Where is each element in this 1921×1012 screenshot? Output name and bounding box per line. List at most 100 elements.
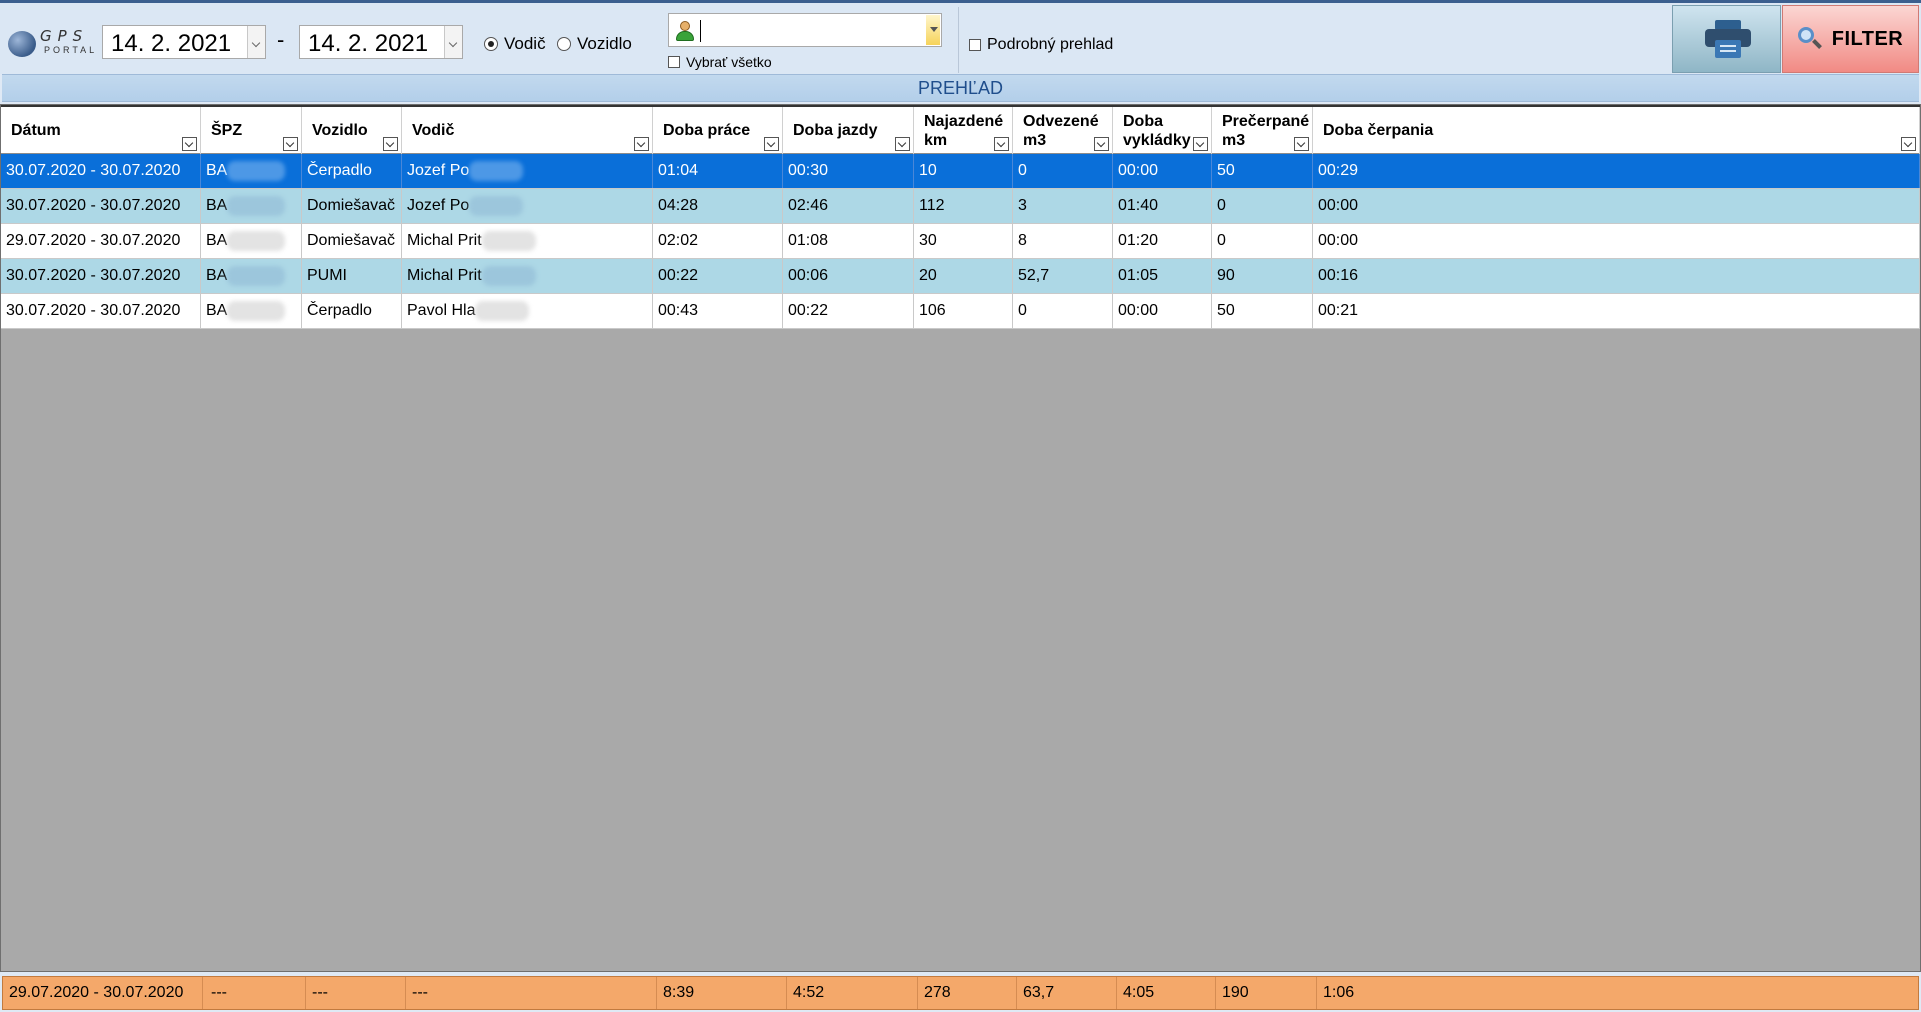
column-filter-dropdown-icon[interactable] [634, 137, 649, 151]
cell-text: 00:16 [1318, 267, 1359, 284]
table-row[interactable]: 30.07.2020 - 30.07.2020 BA PUMI Michal Prit… [1, 259, 1920, 294]
cell-text: 50 [1217, 162, 1235, 179]
redacted-text [227, 265, 286, 286]
overview-title: PREHĽAD [917, 78, 1004, 98]
cell-pump-time: 00:00 [1313, 224, 1920, 258]
cell-vehicle: Čerpadlo [302, 294, 402, 328]
cell-m3-transported: 3 [1013, 189, 1113, 223]
print-button[interactable] [1672, 5, 1781, 73]
cell-m3-transported: 0 [1013, 154, 1113, 188]
column-filter-dropdown-icon[interactable] [1094, 137, 1109, 151]
cell-m3-pumped: 50 [1212, 154, 1313, 188]
column-filter-dropdown-icon[interactable] [895, 137, 910, 151]
column-filter-dropdown-icon[interactable] [383, 137, 398, 151]
column-header-drive-time[interactable]: Doba jazdy [783, 107, 914, 154]
vehicle-radio[interactable]: Vozidlo [557, 34, 632, 54]
table-row[interactable]: 30.07.2020 - 30.07.2020 BA Domiešavač Jozef… [1, 189, 1920, 224]
cell-text: Čerpadlo [307, 162, 372, 179]
person-select[interactable] [668, 13, 942, 47]
driver-radio[interactable]: Vodič [484, 34, 546, 54]
detailed-overview-checkbox[interactable]: Podrobný prehlad [969, 36, 1113, 54]
cell-text: 00:30 [788, 162, 829, 179]
cell-text: 00:00 [1318, 232, 1359, 249]
column-header-km-driven[interactable]: Najazdené km [914, 107, 1013, 154]
cell-vehicle: Domiešavač [302, 189, 402, 223]
cell-text: 0 [1217, 232, 1226, 249]
cell-plate: BA [201, 294, 302, 328]
table-row[interactable]: 30.07.2020 - 30.07.2020 BA Čerpadlo Pavol H… [1, 294, 1920, 329]
cell-unload-time: 01:40 [1113, 189, 1212, 223]
column-header-unload-time[interactable]: Doba vykládky [1113, 107, 1212, 154]
column-header-date[interactable]: Dátum [1, 107, 201, 154]
column-filter-dropdown-icon[interactable] [764, 137, 779, 151]
total-unload-time: 4:05 [1117, 977, 1216, 1009]
cell-km-driven: 106 [914, 294, 1013, 328]
column-header-label: Najazdené km [924, 113, 1004, 149]
redacted-text [481, 230, 536, 251]
radio-dot[interactable] [557, 37, 571, 51]
checkbox-box[interactable] [668, 56, 680, 68]
cell-text: 02:02 [658, 232, 699, 249]
cell-text: 04:28 [658, 197, 699, 214]
column-header-driver[interactable]: Vodič [402, 107, 653, 154]
column-header-plate[interactable]: ŠPZ [201, 107, 302, 154]
total-date: 29.07.2020 - 30.07.2020 [3, 977, 203, 1009]
cell-drive-time: 00:30 [783, 154, 914, 188]
printer-icon [1705, 20, 1751, 60]
total-m3-pumped: 190 [1216, 977, 1317, 1009]
cell-text: Michal Prit [407, 267, 482, 284]
date-to-picker[interactable]: 14. 2. 2021 [299, 25, 463, 59]
cell-m3-pumped: 0 [1212, 189, 1313, 223]
cell-driver: Michal Prit [402, 259, 653, 293]
table-row[interactable]: 29.07.2020 - 30.07.2020 BA Domiešavač Micha… [1, 224, 1920, 259]
driver-radio-label: Vodič [504, 34, 546, 53]
cell-text: Čerpadlo [307, 302, 372, 319]
magnifier-icon [1797, 27, 1822, 51]
column-header-work-time[interactable]: Doba práce [653, 107, 783, 154]
cell-text: Domiešavač [307, 232, 396, 249]
column-filter-dropdown-icon[interactable] [182, 137, 197, 151]
chevron-down-icon[interactable] [444, 26, 462, 58]
filter-button[interactable]: FILTER [1782, 5, 1919, 73]
cell-vehicle: Čerpadlo [302, 154, 402, 188]
column-header-label: ŠPZ [211, 122, 243, 139]
cell-text: 00:00 [1118, 162, 1159, 179]
column-header-pump-time[interactable]: Doba čerpania [1313, 107, 1920, 154]
cell-text: 30.07.2020 - 30.07.2020 [6, 197, 181, 214]
cell-text: Michal Prit [407, 232, 482, 249]
cell-text: 106 [919, 302, 946, 319]
cell-text: 02:46 [788, 197, 829, 214]
column-header-label: Doba vykládky [1123, 113, 1191, 149]
cell-text: 29.07.2020 - 30.07.2020 [6, 232, 181, 249]
logo-portal-text: PORTAL [44, 45, 98, 55]
column-filter-dropdown-icon[interactable] [283, 137, 298, 151]
select-all-checkbox[interactable]: Vybrať všetko [668, 54, 772, 70]
radio-dot[interactable] [484, 37, 498, 51]
column-filter-dropdown-icon[interactable] [994, 137, 1009, 151]
column-header-vehicle[interactable]: Vozidlo [302, 107, 402, 154]
column-header-label: Vozidlo [312, 122, 368, 139]
table-row[interactable]: 30.07.2020 - 30.07.2020 BA Čerpadlo Jozef P… [1, 154, 1920, 189]
cell-text: BA [206, 197, 228, 214]
cell-text: 00:22 [658, 267, 699, 284]
total-m3-transported: 63,7 [1017, 977, 1117, 1009]
cell-text: 3 [1018, 197, 1027, 214]
cell-text: Jozef Po [407, 197, 470, 214]
chevron-down-icon[interactable] [247, 26, 265, 58]
column-filter-dropdown-icon[interactable] [1294, 137, 1309, 151]
cell-drive-time: 01:08 [783, 224, 914, 258]
cell-date: 30.07.2020 - 30.07.2020 [1, 259, 201, 293]
overview-grid[interactable]: Dátum ŠPZ Vozidlo Vodič Doba práce Doba jazdy… [0, 104, 1921, 972]
redacted-text [469, 195, 524, 216]
column-filter-dropdown-icon[interactable] [1901, 137, 1916, 151]
totals-row: 29.07.2020 - 30.07.2020 --- --- --- 8:39 4:52… [2, 976, 1919, 1010]
column-header-m3-pumped[interactable]: Prečerpané m3 [1212, 107, 1313, 154]
toolbar: GPS PORTAL 14. 2. 2021 - 14. 2. 2021 Vod… [0, 0, 1921, 74]
date-from-picker[interactable]: 14. 2. 2021 [102, 25, 266, 59]
column-filter-dropdown-icon[interactable] [1193, 137, 1208, 151]
chevron-down-icon[interactable] [926, 15, 940, 45]
column-header-m3-transported[interactable]: Odvezené m3 [1013, 107, 1113, 154]
vehicle-radio-label: Vozidlo [577, 34, 632, 53]
cell-date: 30.07.2020 - 30.07.2020 [1, 189, 201, 223]
checkbox-box[interactable] [969, 39, 981, 51]
